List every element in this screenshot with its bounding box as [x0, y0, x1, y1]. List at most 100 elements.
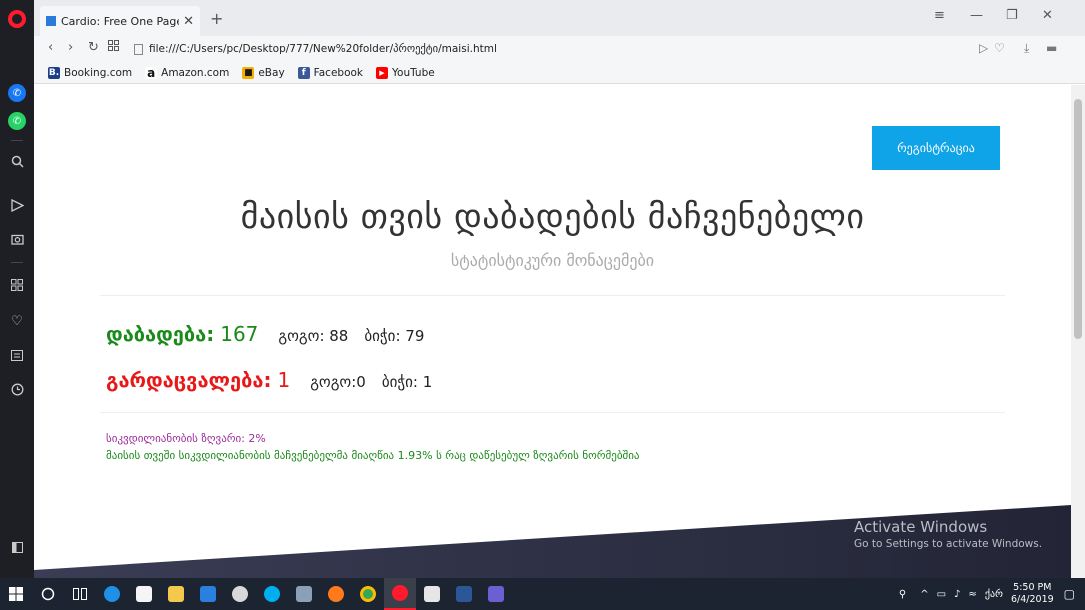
page-viewport: რეგისტრაცია მაისის თვის დაბადების მაჩვენ… — [34, 85, 1071, 578]
speed-dial-button-icon[interactable] — [108, 40, 119, 55]
reload-icon[interactable]: ↻ — [88, 40, 99, 55]
ebay-icon: ■ — [242, 66, 255, 79]
firefox-icon[interactable] — [320, 578, 352, 610]
camera-snapshot-icon[interactable] — [8, 230, 26, 248]
history-clock-icon[interactable] — [8, 380, 26, 398]
tab-menu-icon[interactable]: ≡ — [934, 8, 945, 23]
url-text: file:///C:/Users/pc/Desktop/777/New%20fo… — [149, 43, 497, 55]
activate-windows-hint: Go to Settings to activate Windows. — [854, 538, 1043, 550]
bookmark-booking[interactable]: B. Booking.com — [48, 66, 133, 79]
vertical-scrollbar[interactable] — [1071, 85, 1085, 578]
births-row: დაბადება: 167 გოგო: 88 ბიჭი: 79 — [106, 322, 424, 346]
teamviewer-icon[interactable] — [192, 578, 224, 610]
page-subtitle: სტატისტიკური მონაცემები — [450, 251, 655, 270]
births-girls: გოგო: 88 — [278, 327, 349, 345]
clock[interactable]: 5:50 PM 6/4/2019 — [1011, 582, 1054, 606]
chrome-icon[interactable] — [352, 578, 384, 610]
page-icon — [134, 43, 143, 55]
address-bar: ‹ › ↻ file:///C:/Users/pc/Desktop/777/Ne… — [34, 36, 1085, 62]
register-button[interactable]: რეგისტრაცია — [872, 126, 1000, 170]
download-icon[interactable]: ⤓ — [1024, 41, 1029, 56]
back-icon[interactable]: ‹ — [48, 40, 53, 55]
messenger-icon[interactable]: ✆ — [8, 84, 26, 102]
close-window-icon[interactable]: ✕ — [1042, 8, 1053, 23]
store-icon[interactable] — [128, 578, 160, 610]
bookmarks-bar: B. Booking.com a Amazon.com ■ eBay f Fac… — [34, 62, 1085, 84]
speed-dial-icon[interactable] — [8, 276, 26, 294]
sidebar-toggle-icon[interactable] — [8, 538, 26, 556]
wifi-icon[interactable]: ≈ — [968, 589, 976, 600]
bookmark-label: Booking.com — [64, 66, 133, 79]
restore-icon[interactable]: ❐ — [1006, 8, 1018, 23]
bookmark-youtube[interactable]: ▶ YouTube — [376, 66, 435, 79]
new-tab-button[interactable]: + — [210, 9, 223, 28]
sidebar-divider — [11, 262, 23, 263]
tab-close-icon[interactable]: ✕ — [183, 14, 194, 29]
opera-sidebar: ✆ ✆ ♡ — [0, 0, 34, 578]
heart-bookmarks-icon[interactable]: ♡ — [8, 312, 26, 330]
page-title: მაისის თვის დაბადების მაჩვენებელი — [240, 197, 865, 237]
windows-start-icon[interactable] — [0, 578, 32, 610]
births-boys: ბიჭი: 79 — [364, 327, 425, 345]
bookmark-label: YouTube — [392, 66, 435, 79]
bookmark-label: Facebook — [313, 66, 363, 79]
notifications-icon[interactable]: ▢ — [1064, 587, 1075, 601]
births-label: დაბადება: — [106, 322, 215, 346]
mortality-threshold-text: სიკვდილიანობის ზღვარი: 2% — [106, 432, 266, 445]
battery-icon[interactable]: ▬ — [1046, 41, 1057, 55]
opera-logo-icon[interactable] — [8, 10, 26, 28]
deaths-label: გარდაცვალება: — [106, 368, 272, 392]
word-icon[interactable] — [448, 578, 480, 610]
cortana-search-icon[interactable] — [32, 578, 64, 610]
tab-bar: Cardio: Free One Page Ten ✕ + ≡ — ❐ ✕ — [34, 0, 1085, 36]
clock-date: 6/4/2019 — [1010, 594, 1054, 605]
paint-icon[interactable] — [288, 578, 320, 610]
activate-windows-title: Activate Windows — [854, 518, 988, 536]
flow-send-address-icon[interactable]: ▷ — [979, 41, 988, 55]
minimize-icon[interactable]: — — [970, 8, 983, 23]
divider — [100, 295, 1005, 296]
skype-icon[interactable] — [256, 578, 288, 610]
system-tray: ⚲ ^ ▭ ♪ ≈ ქარ 5:50 PM 6/4/2019 ▢ — [899, 578, 1085, 610]
tab-title: Cardio: Free One Page Ten — [61, 14, 179, 28]
app-purple-icon[interactable] — [480, 578, 512, 610]
mortality-note-text: მაისის თვეში სიკვდილიანობის მაჩვენებელმა… — [106, 449, 640, 462]
facebook-icon: f — [297, 66, 310, 79]
clock-time: 5:50 PM — [1013, 582, 1052, 593]
bookmark-label: eBay — [258, 66, 285, 79]
people-icon[interactable]: ⚲ — [899, 589, 906, 600]
task-view-icon[interactable] — [64, 578, 96, 610]
deaths-value: 1 — [277, 368, 291, 392]
edge-icon[interactable] — [96, 578, 128, 610]
bookmark-ebay[interactable]: ■ eBay — [242, 66, 285, 79]
deaths-boys: ბიჭი: 1 — [381, 373, 433, 391]
youtube-icon: ▶ — [376, 66, 388, 79]
whatsapp-icon[interactable]: ✆ — [8, 112, 26, 130]
search-icon[interactable] — [8, 152, 26, 170]
forward-icon[interactable]: › — [68, 40, 73, 55]
volume-icon[interactable]: ♪ — [954, 589, 960, 600]
language-indicator[interactable]: ქარ — [985, 589, 1003, 600]
bookmark-label: Amazon.com — [161, 66, 230, 79]
flow-send-icon[interactable] — [8, 196, 26, 214]
opera-taskbar-icon[interactable] — [384, 578, 416, 610]
sidebar-divider — [11, 140, 23, 141]
scroll-thumb[interactable] — [1074, 99, 1082, 339]
mail-icon[interactable] — [416, 578, 448, 610]
bookmark-heart-icon[interactable]: ♡ — [994, 41, 1005, 55]
url-field[interactable]: file:///C:/Users/pc/Desktop/777/New%20fo… — [134, 39, 964, 59]
bookmark-amazon[interactable]: a Amazon.com — [145, 66, 230, 80]
network-icon[interactable]: ▭ — [937, 589, 946, 600]
deaths-row: გარდაცვალება: 1 გოგო:0 ბიჭი: 1 — [106, 368, 432, 392]
deaths-girls: გოგო:0 — [310, 373, 366, 391]
births-value: 167 — [220, 322, 259, 346]
browser-tab[interactable]: Cardio: Free One Page Ten ✕ — [40, 6, 200, 36]
divider — [100, 412, 1005, 413]
file-explorer-icon[interactable] — [160, 578, 192, 610]
tray-chevron-icon[interactable]: ^ — [920, 589, 928, 600]
app-icon[interactable] — [224, 578, 256, 610]
tab-favicon-icon — [46, 16, 56, 26]
bookmark-facebook[interactable]: f Facebook — [297, 66, 363, 79]
booking-icon: B. — [48, 66, 60, 79]
news-icon[interactable] — [8, 346, 26, 364]
